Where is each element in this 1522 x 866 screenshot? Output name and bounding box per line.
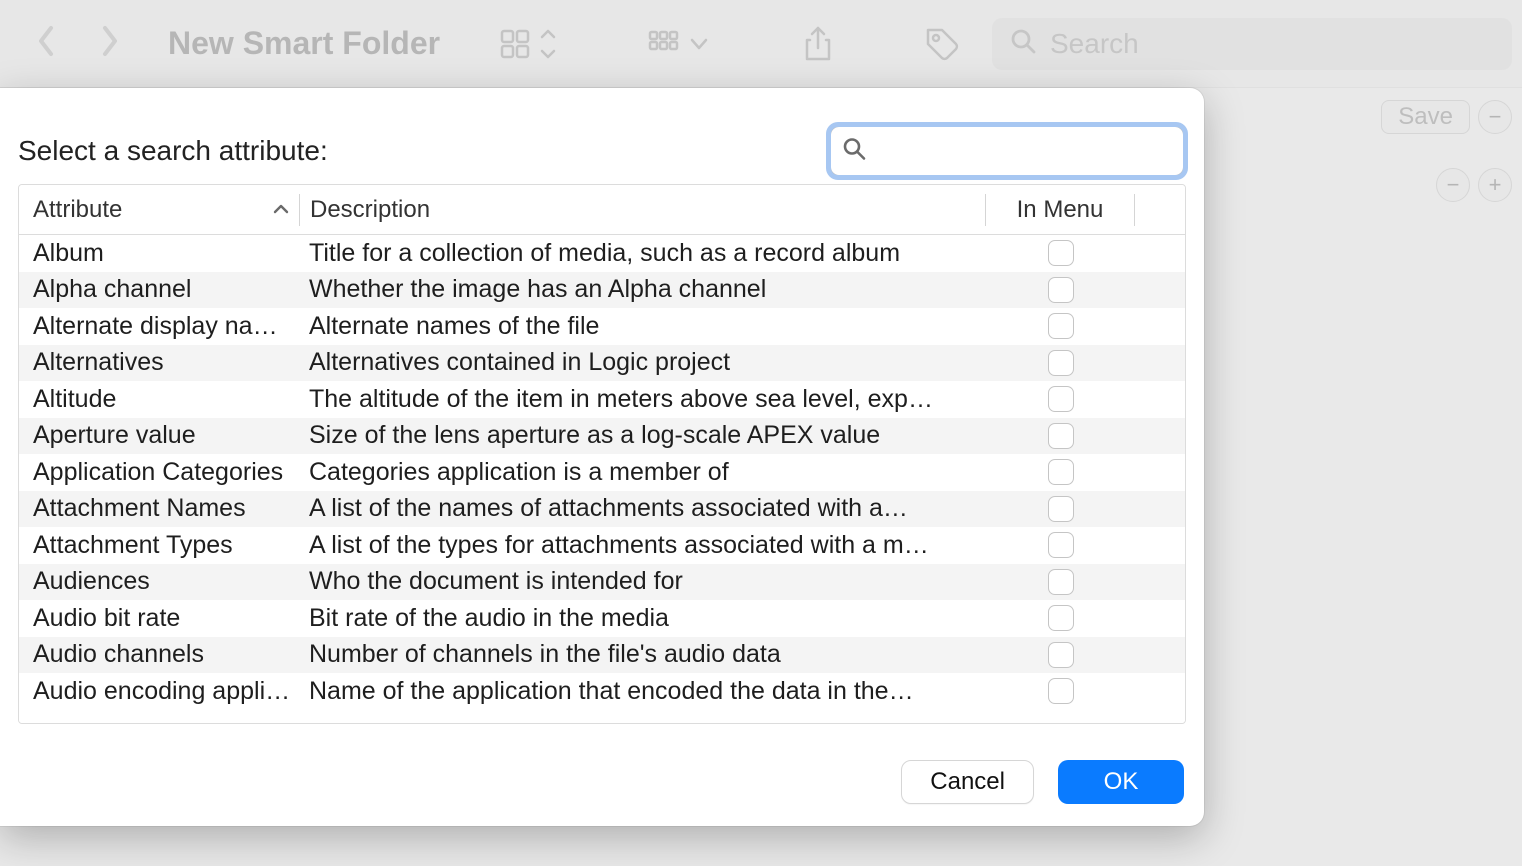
sheet-search-field[interactable] bbox=[830, 126, 1184, 176]
toolbar-search-placeholder: Search bbox=[1050, 28, 1139, 60]
in-menu-checkbox[interactable] bbox=[1048, 386, 1074, 412]
table-row[interactable]: AlternativesAlternatives contained in Lo… bbox=[19, 345, 1185, 382]
attribute-name: Alpha channel bbox=[19, 275, 299, 304]
attribute-name: Album bbox=[19, 239, 299, 268]
attribute-name: Audio channels bbox=[19, 640, 299, 669]
sort-ascending-icon bbox=[273, 201, 289, 219]
attribute-name: Alternate display nam… bbox=[19, 312, 299, 341]
attribute-name: Attachment Names bbox=[19, 494, 299, 523]
in-menu-checkbox[interactable] bbox=[1048, 423, 1074, 449]
save-button[interactable]: Save bbox=[1381, 100, 1470, 134]
table-row[interactable]: Audio channelsNumber of channels in the … bbox=[19, 637, 1185, 674]
in-menu-checkbox[interactable] bbox=[1048, 496, 1074, 522]
table-row[interactable]: Attachment NamesA list of the names of a… bbox=[19, 491, 1185, 528]
toolbar-search-field[interactable]: Search bbox=[992, 18, 1512, 70]
attribute-description: Number of channels in the file's audio d… bbox=[299, 640, 987, 669]
attribute-description: Title for a collection of media, such as… bbox=[299, 239, 987, 268]
attributes-table: Attribute Description In Menu AlbumTitle… bbox=[18, 184, 1186, 724]
table-row[interactable]: AlbumTitle for a collection of media, su… bbox=[19, 235, 1185, 272]
attribute-description: Size of the lens aperture as a log-scale… bbox=[299, 421, 987, 450]
tags-icon[interactable] bbox=[924, 26, 960, 62]
table-row[interactable]: Aperture valueSize of the lens aperture … bbox=[19, 418, 1185, 455]
column-description[interactable]: Description bbox=[300, 196, 985, 224]
attribute-description: Whether the image has an Alpha channel bbox=[299, 275, 987, 304]
table-body[interactable]: AlbumTitle for a collection of media, su… bbox=[19, 235, 1185, 723]
in-menu-checkbox[interactable] bbox=[1048, 350, 1074, 376]
attribute-description: Alternatives contained in Logic project bbox=[299, 348, 987, 377]
criteria-minus-button[interactable]: − bbox=[1436, 168, 1470, 202]
in-menu-checkbox[interactable] bbox=[1048, 605, 1074, 631]
table-row[interactable]: AltitudeThe altitude of the item in mete… bbox=[19, 381, 1185, 418]
table-header: Attribute Description In Menu bbox=[19, 185, 1185, 235]
in-menu-checkbox[interactable] bbox=[1048, 678, 1074, 704]
attribute-name: Audio bit rate bbox=[19, 604, 299, 633]
attribute-description: Bit rate of the audio in the media bbox=[299, 604, 987, 633]
sheet-title: Select a search attribute: bbox=[18, 135, 328, 167]
in-menu-checkbox[interactable] bbox=[1048, 569, 1074, 595]
table-row[interactable]: Alpha channelWhether the image has an Al… bbox=[19, 272, 1185, 309]
group-by-icon[interactable] bbox=[648, 28, 712, 60]
in-menu-checkbox[interactable] bbox=[1048, 532, 1074, 558]
column-attribute[interactable]: Attribute bbox=[19, 196, 299, 224]
nav-forward-icon[interactable] bbox=[100, 24, 120, 64]
in-menu-checkbox[interactable] bbox=[1048, 642, 1074, 668]
in-menu-checkbox[interactable] bbox=[1048, 240, 1074, 266]
attribute-name: Attachment Types bbox=[19, 531, 299, 560]
sheet-search-input[interactable] bbox=[830, 126, 1184, 176]
share-icon[interactable] bbox=[802, 26, 834, 62]
attribute-name: Aperture value bbox=[19, 421, 299, 450]
table-row[interactable]: Alternate display nam…Alternate names of… bbox=[19, 308, 1185, 345]
attribute-description: Who the document is intended for bbox=[299, 567, 987, 596]
attribute-name: Altitude bbox=[19, 385, 299, 414]
view-mode-icon[interactable] bbox=[500, 28, 558, 60]
attribute-description: Name of the application that encoded the… bbox=[299, 677, 987, 706]
ok-button[interactable]: OK bbox=[1058, 760, 1184, 804]
finder-toolbar: New Smart Folder bbox=[0, 0, 1522, 88]
attribute-name: Alternatives bbox=[19, 348, 299, 377]
attribute-description: Categories application is a member of bbox=[299, 458, 987, 487]
table-row[interactable]: Attachment TypesA list of the types for … bbox=[19, 527, 1185, 564]
window-title: New Smart Folder bbox=[168, 25, 440, 62]
attribute-picker-sheet: Select a search attribute: Attribute Des… bbox=[0, 88, 1204, 826]
search-icon bbox=[842, 137, 866, 166]
attribute-name: Audiences bbox=[19, 567, 299, 596]
in-menu-checkbox[interactable] bbox=[1048, 313, 1074, 339]
table-row[interactable]: Audio encoding appli…Name of the applica… bbox=[19, 673, 1185, 710]
nav-back-icon[interactable] bbox=[36, 24, 56, 64]
column-in-menu[interactable]: In Menu bbox=[986, 196, 1134, 224]
cancel-button[interactable]: Cancel bbox=[901, 760, 1034, 804]
table-row[interactable]: Audio bit rateBit rate of the audio in t… bbox=[19, 600, 1185, 637]
attribute-description: A list of the names of attachments assoc… bbox=[299, 494, 987, 523]
table-row[interactable]: AudiencesWho the document is intended fo… bbox=[19, 564, 1185, 601]
attribute-description: Alternate names of the file bbox=[299, 312, 987, 341]
remove-criteria-button[interactable]: − bbox=[1478, 100, 1512, 134]
table-row[interactable]: Application CategoriesCategories applica… bbox=[19, 454, 1185, 491]
criteria-plus-button[interactable]: + bbox=[1478, 168, 1512, 202]
attribute-description: A list of the types for attachments asso… bbox=[299, 531, 987, 560]
attribute-name: Application Categories bbox=[19, 458, 299, 487]
attribute-description: The altitude of the item in meters above… bbox=[299, 385, 987, 414]
attribute-name: Audio encoding appli… bbox=[19, 677, 299, 706]
search-icon bbox=[1010, 28, 1036, 61]
in-menu-checkbox[interactable] bbox=[1048, 459, 1074, 485]
in-menu-checkbox[interactable] bbox=[1048, 277, 1074, 303]
